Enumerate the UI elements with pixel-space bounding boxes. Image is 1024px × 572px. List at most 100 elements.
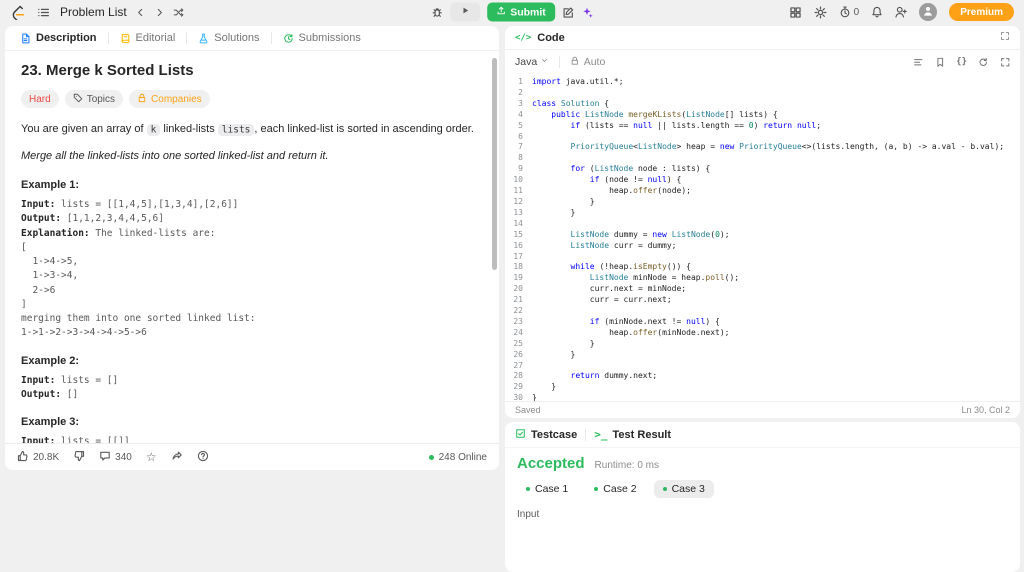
problem-list-icon[interactable] [37,6,50,19]
code-line[interactable]: 23 if (minNode.next != null) { [505,317,1020,328]
icon-glyph [171,450,183,462]
code-line[interactable]: 7 PriorityQueue<ListNode> heap = new Pri… [505,142,1020,153]
example-heading: Example 2: [21,354,80,367]
notes-button[interactable] [562,6,574,18]
code-line[interactable]: 10 if (node != null) { [505,175,1020,186]
run-button[interactable] [450,2,481,22]
code-line[interactable]: 20 curr.next = minNode; [505,284,1020,295]
dislike-button[interactable] [73,450,85,465]
apps-grid-icon[interactable] [789,6,802,19]
case-label: Case 2 [603,483,637,495]
braces-icon[interactable]: {} [956,57,967,67]
line-number: 27 [513,360,523,370]
code-line[interactable]: 30} [505,393,1020,401]
debug-button[interactable] [431,6,443,18]
code-line[interactable]: 28 return dummy.next; [505,371,1020,382]
online-label: 248 Online [438,451,487,463]
random-problem-icon[interactable] [173,7,184,18]
case-tab-1[interactable]: Case 1 [517,480,577,498]
help-button[interactable] [197,450,209,465]
language-selector[interactable]: Java [515,56,549,68]
code-line[interactable]: 14 [505,219,1020,230]
code-line[interactable]: 11 heap.offer(node); [505,186,1020,197]
premium-button[interactable]: Premium [949,3,1014,21]
difficulty-badge[interactable]: Hard [21,90,59,108]
tab-test-result[interactable]: >_ Test Result [594,429,671,441]
icon-glyph [17,450,29,462]
share-button[interactable] [171,450,183,465]
terminal-icon: >_ [594,429,607,440]
tab-editorial[interactable]: Editorial [113,26,183,50]
code-line[interactable]: 5 if (lists == null || lists.length == 0… [505,121,1020,132]
auto-toggle[interactable]: Auto [570,56,605,69]
favorite-button[interactable]: ☆ [146,451,157,464]
code-line[interactable]: 12 } [505,197,1020,208]
maximize-panel-icon[interactable] [1000,31,1010,44]
code-line[interactable]: 26 } [505,350,1020,361]
case-tab-2[interactable]: Case 2 [585,480,645,498]
code-line[interactable]: 22 [505,306,1020,317]
code-line[interactable]: 2 [505,88,1020,99]
next-problem-icon[interactable] [154,7,165,18]
code-editor[interactable]: 1 import java.util.*; 2 3 class Solution {4 … [505,74,1020,401]
code-line[interactable]: 24 heap.offer(minNode.next); [505,328,1020,339]
history-icon [283,33,294,44]
reset-code-icon[interactable] [978,57,989,68]
notifications-bell-icon[interactable] [871,6,883,18]
line-number: 18 [513,262,523,272]
run-controls: Submit [431,2,593,22]
fullscreen-icon[interactable] [1000,57,1011,68]
comments-button[interactable]: 340 [99,450,132,465]
examples-section: Example 1: Input: lists = [[1,4,5],[1,3,4… [21,179,475,443]
referral-icon[interactable] [895,6,908,18]
companies-badge[interactable]: Companies [129,90,210,108]
code-line[interactable]: 16 ListNode curr = dummy; [505,241,1020,252]
code-line[interactable]: 3 class Solution { [505,99,1020,110]
user-avatar[interactable] [919,3,938,21]
cursor-position: Ln 30, Col 2 [961,405,1010,415]
submit-button[interactable]: Submit [487,2,555,22]
leetcode-logo-icon[interactable] [10,5,25,20]
tab-description[interactable]: Description [13,26,104,50]
tab-submissions[interactable]: Submissions [276,26,368,50]
code-line[interactable]: 18 while (!heap.isEmpty()) { [505,262,1020,273]
online-count: 248 Online [428,451,487,463]
code-line[interactable]: 9 for (ListNode node : lists) { [505,164,1020,175]
code-line[interactable]: 19 ListNode minNode = heap.poll(); [505,273,1020,284]
line-number: 24 [513,327,523,337]
code-line[interactable]: 6 [505,132,1020,143]
line-number: 3 [518,98,523,108]
code-line[interactable]: 13 } [505,208,1020,219]
line-number: 13 [513,207,523,217]
icon-glyph [197,450,209,462]
code-line[interactable]: 8 [505,153,1020,164]
person-icon [922,5,934,20]
code-line[interactable]: 4 public ListNode mergeKLists(ListNode[]… [505,110,1020,121]
format-code-icon[interactable] [913,57,924,68]
tab-solutions[interactable]: Solutions [191,26,266,50]
code-line[interactable]: 25 } [505,339,1020,350]
code-line[interactable]: 21 curr = curr.next; [505,295,1020,306]
topics-badge[interactable]: Topics [64,90,124,108]
code-line[interactable]: 17 [505,252,1020,263]
toolbar-divider [559,56,561,68]
code-editor-panel: </> Code Java Auto {} 1 import java.util.… [505,26,1020,418]
ai-sparkles-button[interactable] [581,6,593,18]
like-button[interactable]: 20.8K [17,450,59,465]
tab-testcase[interactable]: Testcase [515,428,577,442]
scrollbar-thumb[interactable] [492,58,497,270]
code-icon: </> [515,32,531,43]
code-line[interactable]: 1 import java.util.*; [505,77,1020,88]
code-line[interactable]: 29 } [505,382,1020,393]
settings-gear-icon[interactable] [814,6,827,19]
code-line[interactable]: 15 ListNode dummy = new ListNode(0); [505,230,1020,241]
bookmark-icon[interactable] [935,57,946,68]
case-tab-3[interactable]: Case 3 [653,480,714,498]
tab-divider [107,32,109,44]
previous-problem-icon[interactable] [135,7,146,18]
problem-list-label[interactable]: Problem List [60,5,127,19]
timer-widget[interactable]: 0 [839,6,859,18]
code-line[interactable]: 27 [505,361,1020,372]
tab-label: Description [36,32,97,44]
tab-label: Submissions [298,32,361,44]
